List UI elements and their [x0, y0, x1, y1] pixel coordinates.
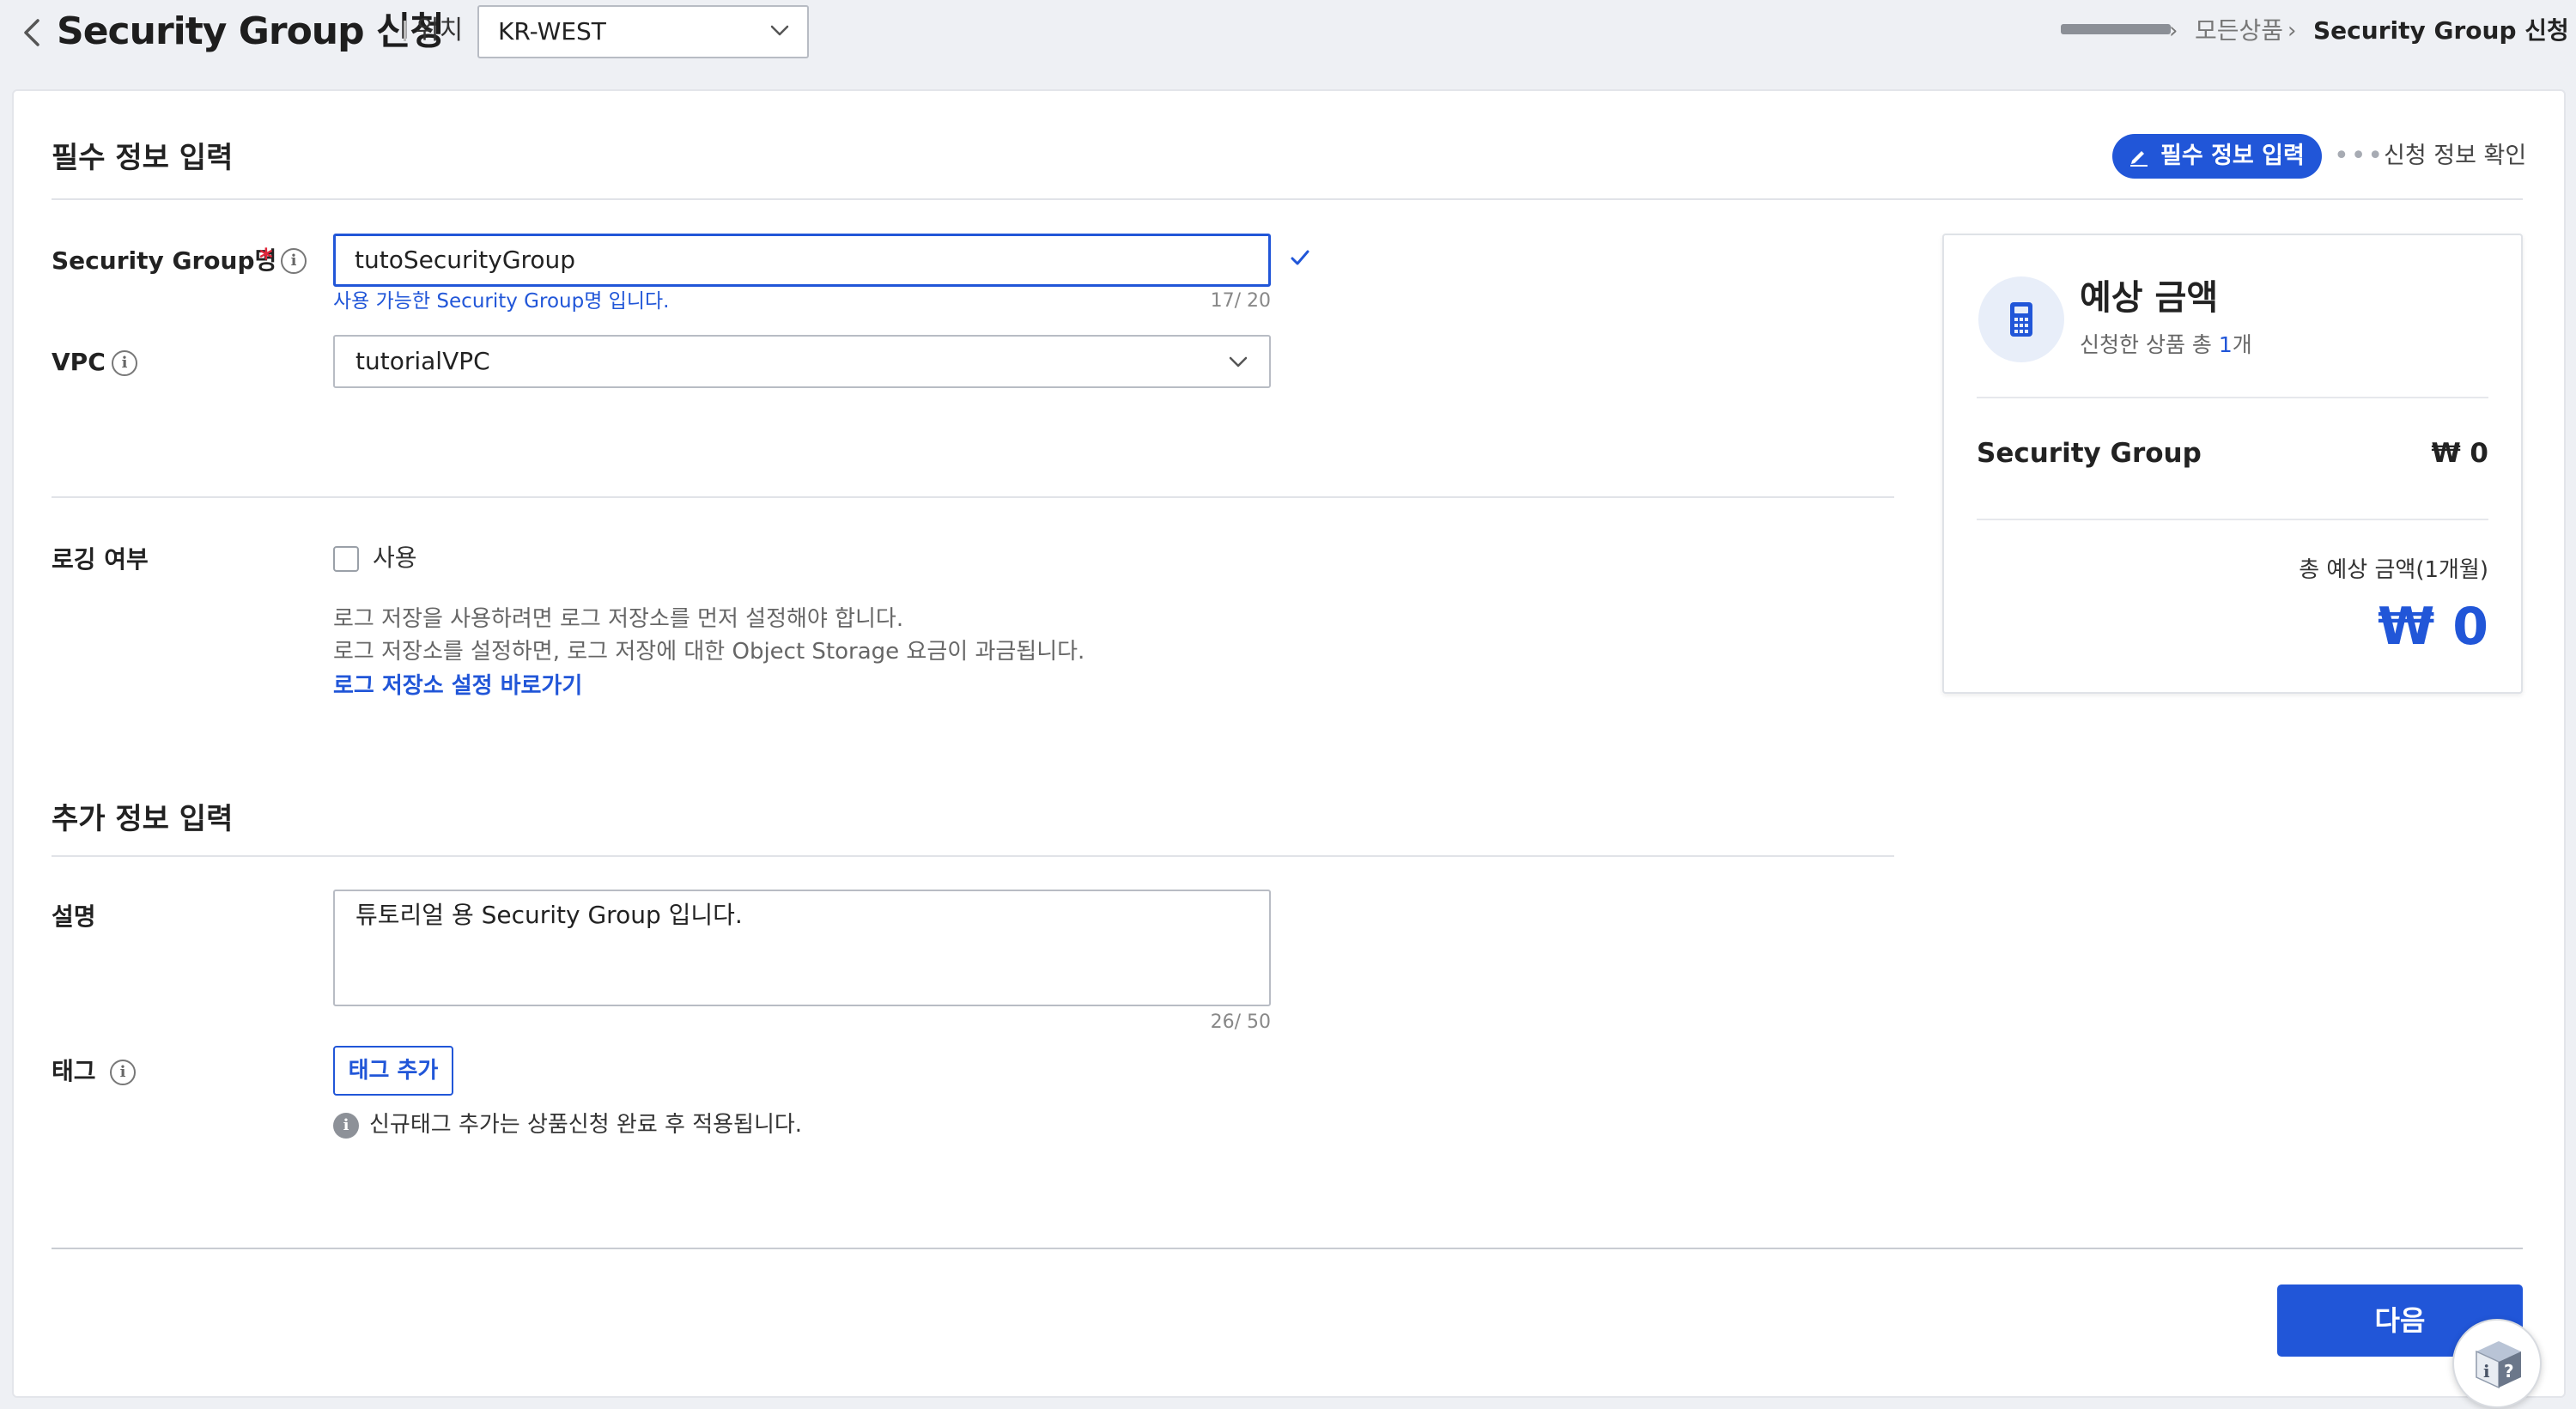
price-subtitle-suffix: 개	[2232, 332, 2252, 357]
vpc-label: VPC	[52, 348, 106, 376]
price-item-value: ₩ 0	[2431, 438, 2488, 469]
divider	[52, 496, 1894, 498]
logging-description-2: 로그 저장소를 설정하면, 로그 저장에 대한 Object Storage 요…	[333, 639, 1085, 665]
notice-info-icon: i	[333, 1113, 359, 1139]
price-item-name: Security Group	[1977, 438, 2202, 469]
page-title: Security Group 신청	[57, 9, 445, 53]
step-required-label: 필수 정보 입력	[2160, 143, 2305, 169]
logging-checkbox-label[interactable]: 사용	[373, 541, 417, 575]
info-icon[interactable]: i	[110, 1060, 136, 1085]
breadcrumb-all-products[interactable]: 모든상품	[2195, 14, 2283, 48]
tag-notice: 신규태그 추가는 상품신청 완료 후 적용됩니다.	[369, 1112, 803, 1138]
log-storage-settings-link[interactable]: 로그 저장소 설정 바로가기	[333, 670, 582, 702]
step-confirm-info: 신청 정보 확인	[2384, 143, 2527, 169]
title-separator	[404, 21, 406, 41]
sg-name-label: Security Group명	[52, 246, 277, 275]
breadcrumb-separator-icon: ›	[2169, 18, 2178, 44]
sg-name-input-value: tutoSecurityGroup	[355, 246, 576, 274]
tag-label: 태그	[52, 1057, 96, 1085]
breadcrumb-separator-icon: ›	[2287, 18, 2297, 44]
svg-text:i: i	[2483, 1361, 2490, 1382]
vpc-select-value: tutorialVPC	[355, 347, 490, 375]
logging-checkbox[interactable]	[333, 546, 359, 572]
breadcrumb-current: Security Group 신청	[2313, 16, 2569, 45]
region-select[interactable]: KR-WEST	[477, 5, 809, 58]
product-count: 1	[2218, 332, 2233, 357]
sg-name-input[interactable]: tutoSecurityGroup	[333, 234, 1271, 287]
checkmark-icon	[1291, 250, 1309, 265]
back-arrow-icon[interactable]	[17, 15, 46, 50]
region-select-value: KR-WEST	[498, 17, 606, 46]
price-subtitle-prefix: 신청한 상품 총	[2080, 332, 2219, 357]
description-value: 튜토리얼 용 Security Group 입니다.	[355, 901, 743, 929]
logging-label: 로깅 여부	[52, 545, 149, 574]
sg-name-counter: 17/ 20	[1210, 290, 1271, 312]
help-button[interactable]: i ?	[2452, 1319, 2542, 1408]
required-section-title: 필수 정보 입력	[52, 141, 234, 175]
price-title: 예상 금액	[2080, 278, 2219, 318]
logging-description-1: 로그 저장을 사용하려면 로그 저장소를 먼저 설정해야 합니다.	[333, 606, 904, 632]
description-counter: 26/ 50	[1210, 1011, 1271, 1033]
calculator-icon	[2010, 302, 2032, 337]
divider	[1977, 397, 2488, 398]
vpc-select[interactable]: tutorialVPC	[333, 335, 1271, 388]
divider	[52, 198, 2523, 200]
required-mark: *	[259, 244, 273, 274]
chevron-down-icon	[1229, 356, 1248, 367]
price-subtitle: 신청한 상품 총 1개	[2080, 330, 2252, 361]
breadcrumb-redacted	[2061, 24, 2171, 34]
additional-section-title: 추가 정보 입력	[52, 802, 234, 836]
sg-name-helper: 사용 가능한 Security Group명 입니다.	[333, 290, 670, 313]
description-textarea[interactable]: 튜토리얼 용 Security Group 입니다.	[333, 890, 1271, 1006]
svg-text:?: ?	[2504, 1361, 2514, 1382]
location-label: 위치	[416, 15, 464, 46]
total-price-value: ₩ 0	[2378, 597, 2488, 657]
add-tag-button[interactable]: 태그 추가	[333, 1046, 453, 1096]
step-required-info: 필수 정보 입력	[2112, 134, 2322, 179]
info-icon[interactable]: i	[112, 350, 137, 376]
divider	[1977, 519, 2488, 520]
footer-divider	[52, 1248, 2523, 1249]
chevron-down-icon	[770, 25, 789, 36]
pencil-icon	[2130, 151, 2148, 167]
step-connector-dots: •••	[2334, 141, 2385, 171]
description-label: 설명	[52, 902, 96, 931]
divider	[52, 855, 1894, 857]
total-price-label: 총 예상 금액(1개월)	[2299, 557, 2488, 583]
help-box-icon: i ?	[2476, 1341, 2521, 1389]
info-icon[interactable]: i	[281, 248, 307, 274]
